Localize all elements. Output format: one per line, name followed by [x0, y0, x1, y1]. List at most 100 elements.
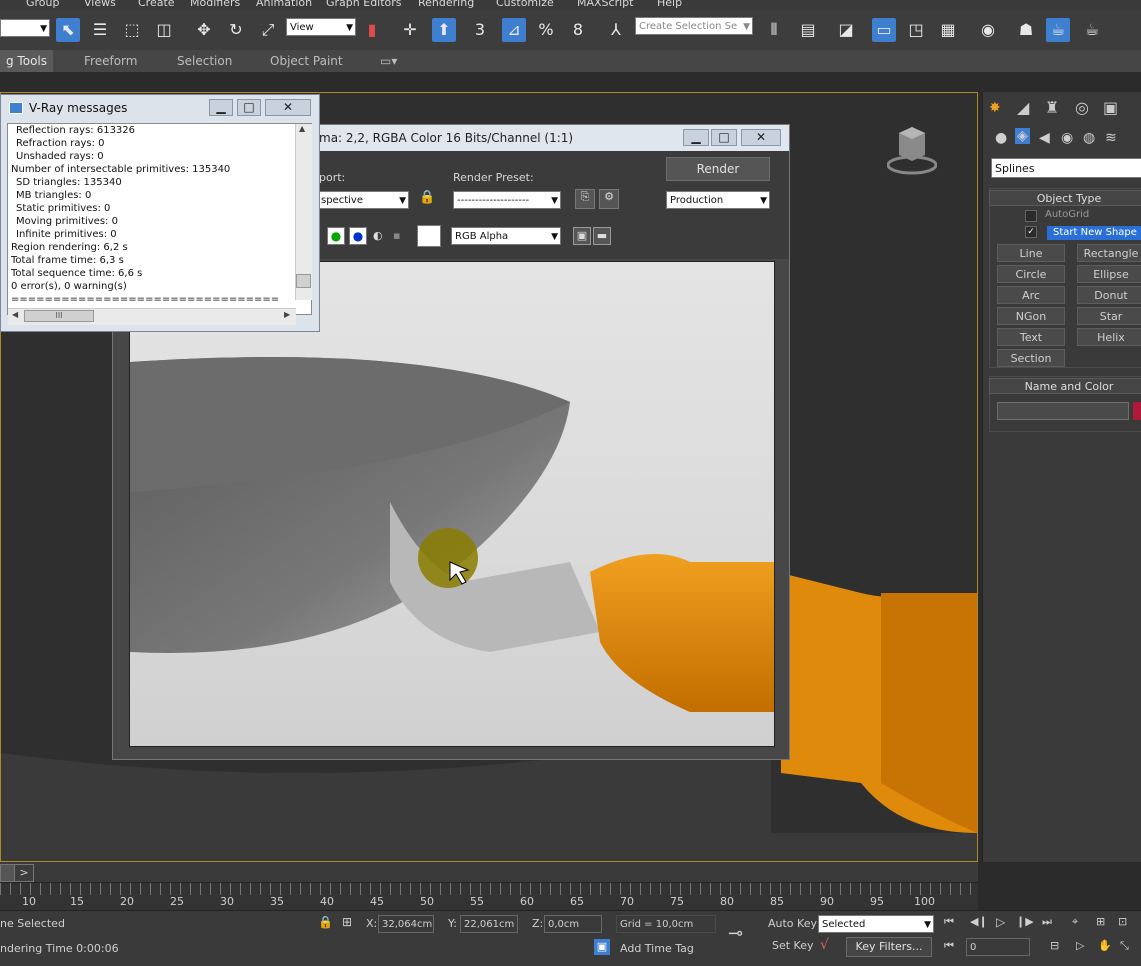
y-coordinate-field[interactable]: 22,061cm — [460, 915, 518, 933]
section-button[interactable]: Section — [997, 349, 1065, 367]
render-button[interactable]: Render — [666, 157, 770, 181]
window-crossing-icon[interactable]: ◫ — [152, 18, 176, 42]
menu-group[interactable]: Group — [26, 0, 60, 9]
keyboard-shortcut-icon[interactable]: ⬆ — [432, 18, 456, 42]
object-name-input[interactable] — [997, 402, 1129, 420]
layer-manager-icon[interactable]: ◪ — [834, 18, 858, 42]
render-preset-dropdown[interactable]: -------------------- ▼ — [453, 191, 561, 209]
star-button[interactable]: Star — [1077, 307, 1141, 325]
vray-messages-titlebar[interactable]: V-Ray messages ▁ □ ✕ — [1, 95, 319, 121]
set-key-button[interactable]: Set Key — [772, 939, 814, 952]
shapes-icon[interactable]: ◈ — [1015, 128, 1030, 144]
mirror-icon[interactable]: ⫴ — [762, 18, 786, 42]
previous-frame-icon[interactable]: ◀❙ — [970, 915, 988, 928]
autogrid-checkbox[interactable] — [1025, 210, 1037, 222]
line-button[interactable]: Line — [997, 244, 1065, 262]
helpers-icon[interactable]: ◍ — [1083, 130, 1095, 146]
lock-icon[interactable]: 🔒 — [419, 190, 435, 205]
curve-editor-icon[interactable]: ◳ — [904, 18, 928, 42]
space-warps-icon[interactable]: ≋ — [1105, 130, 1117, 146]
field-of-view-icon[interactable]: ⊡ — [1118, 915, 1127, 928]
spinner-snap-icon[interactable]: 8 — [566, 18, 590, 42]
menu-modifiers[interactable]: Modifiers — [190, 0, 240, 9]
blue-channel-icon[interactable]: ● — [349, 227, 367, 245]
percent-snap-icon[interactable]: % — [534, 18, 558, 42]
preset-settings-icon[interactable]: ⚙ — [599, 189, 619, 209]
text-button[interactable]: Text — [997, 328, 1065, 346]
menu-create[interactable]: Create — [138, 0, 175, 9]
key-filters-button[interactable]: Key Filters... — [846, 937, 932, 957]
start-new-shape-checkbox[interactable]: ✓ — [1025, 226, 1037, 238]
pivot-icon[interactable]: ▮ — [360, 18, 384, 42]
clear-image-icon[interactable]: ▬ — [593, 227, 611, 245]
edit-named-selection-icon[interactable]: ⅄ — [604, 18, 628, 42]
minimize-button[interactable]: ▁ — [683, 129, 709, 146]
rendered-frame-window-icon[interactable]: ☕ — [1046, 18, 1070, 42]
rectangle-button[interactable]: Rectangle — [1077, 244, 1141, 262]
angle-snap-icon[interactable]: ⊿ — [502, 18, 526, 42]
scroll-right-icon[interactable]: ▶ — [284, 310, 290, 319]
circle-button[interactable]: Circle — [997, 265, 1065, 283]
motion-tab-icon[interactable]: ◎ — [1075, 98, 1089, 117]
transform-mode-icon[interactable]: ⊞ — [342, 915, 352, 929]
lights-icon[interactable]: ◀ — [1039, 130, 1050, 146]
auto-key-button[interactable]: Auto Key — [768, 917, 817, 930]
viewport-dropdown[interactable]: spective ▼ — [317, 191, 409, 209]
close-button[interactable]: ✕ — [741, 129, 781, 146]
material-editor-icon[interactable]: ◉ — [976, 18, 1000, 42]
menu-animation[interactable]: Animation — [256, 0, 312, 9]
helix-button[interactable]: Helix — [1077, 328, 1141, 346]
alpha-channel-icon[interactable]: ◐ — [373, 229, 383, 242]
schematic-view-icon[interactable]: ▦ — [936, 18, 960, 42]
menu-help[interactable]: Help — [657, 0, 682, 9]
goto-start-icon[interactable]: ⏮ — [944, 915, 954, 929]
menu-customize[interactable]: Customize — [496, 0, 554, 9]
key-curve-icon[interactable]: √ — [820, 937, 829, 953]
move-icon[interactable]: ✥ — [192, 18, 216, 42]
rectangular-selection-icon[interactable]: ⬚ — [120, 18, 144, 42]
preset-save-icon[interactable]: ⎘ — [575, 189, 595, 209]
scroll-thumb[interactable] — [296, 274, 311, 288]
geometry-icon[interactable]: ● — [995, 130, 1007, 146]
orbit-icon[interactable]: ▷ — [1076, 939, 1084, 952]
track-bar[interactable]: 10 15 20 25 30 35 40 45 50 55 60 65 70 7… — [0, 882, 978, 911]
z-coordinate-field[interactable]: 0,0cm — [544, 915, 602, 933]
object-category-dropdown[interactable]: Splines — [991, 158, 1141, 178]
menu-maxscript[interactable]: MAXScript — [577, 0, 633, 9]
scroll-thumb[interactable]: III — [24, 310, 94, 322]
current-frame-field[interactable]: 0 — [966, 938, 1030, 956]
maximize-viewport-icon[interactable]: ⤡ — [1120, 939, 1129, 953]
selection-lock-icon[interactable]: 🔒 — [318, 915, 333, 929]
time-config-icon[interactable]: ⊟ — [1050, 939, 1059, 952]
object-color-swatch[interactable] — [1133, 402, 1141, 420]
scale-icon[interactable]: ⤢ — [256, 18, 280, 42]
menu-graph-editors[interactable]: Graph Editors — [326, 0, 402, 9]
maximize-button[interactable]: □ — [237, 99, 261, 116]
time-tag-icon[interactable]: ▣ — [594, 939, 610, 955]
select-by-name-icon[interactable]: ☰ — [88, 18, 112, 42]
create-tab-icon[interactable]: ✸ — [989, 100, 1001, 116]
key-selection-set-dropdown[interactable]: Selected ▼ — [818, 915, 934, 933]
set-key-mode-icon[interactable]: ⊸ — [728, 923, 743, 944]
play-icon[interactable]: ▷ — [996, 915, 1005, 929]
menu-views[interactable]: Views — [84, 0, 116, 9]
green-channel-icon[interactable]: ● — [327, 227, 345, 245]
render-production-icon[interactable]: ☕ — [1080, 18, 1104, 42]
reference-coordinate-dropdown[interactable]: View ▼ — [286, 18, 356, 36]
scroll-up-icon[interactable]: ▲ — [299, 124, 305, 133]
zoom-extents-icon[interactable]: ⌖ — [1072, 915, 1078, 929]
select-object-icon[interactable]: ⬉ — [56, 18, 80, 42]
vray-log-text[interactable]: Reflection rays: 613326 Refraction rays:… — [7, 123, 312, 315]
next-frame-arrow[interactable]: > — [14, 864, 34, 882]
tab-modeling-tools[interactable]: g Tools — [0, 50, 53, 72]
hierarchy-tab-icon[interactable]: ♜ — [1045, 98, 1059, 117]
color-swatch[interactable] — [417, 225, 441, 247]
save-image-icon[interactable]: ▣ — [573, 227, 591, 245]
arc-button[interactable]: Arc — [997, 286, 1065, 304]
minimize-button[interactable]: ▁ — [209, 99, 233, 116]
key-mode-icon[interactable]: ⏮ — [944, 939, 954, 953]
mono-channel-icon[interactable]: ▪ — [393, 229, 400, 242]
modify-tab-icon[interactable]: ◢ — [1017, 98, 1029, 117]
align-icon[interactable]: ▤ — [796, 18, 820, 42]
scroll-left-icon[interactable]: ◀ — [12, 310, 18, 319]
